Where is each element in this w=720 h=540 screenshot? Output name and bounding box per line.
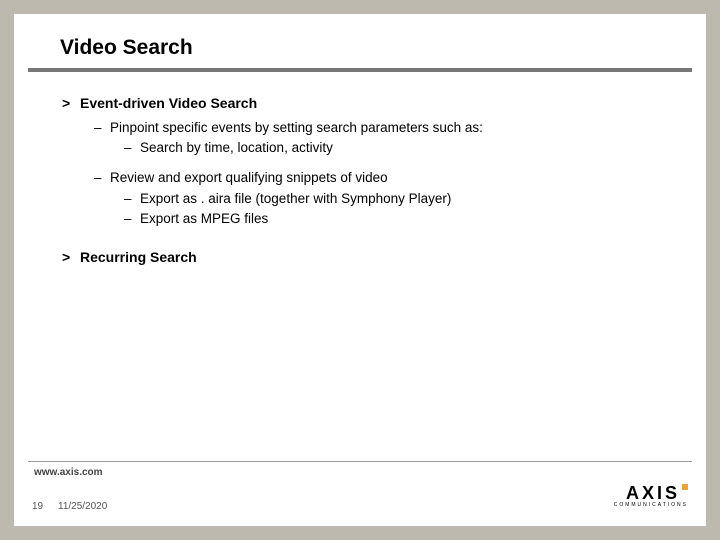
logo-subtext: COMMUNICATIONS xyxy=(614,502,688,508)
bullet-l1-event-driven: > Event-driven Video Search xyxy=(62,94,666,113)
dash-icon: – xyxy=(124,139,140,157)
logo-brand-text: AXIS xyxy=(626,483,680,503)
logo-dot-icon xyxy=(682,484,688,490)
spacer xyxy=(62,230,666,248)
chevron-icon: > xyxy=(62,248,80,267)
bullet-text: Pinpoint specific events by setting sear… xyxy=(110,119,483,137)
content-area: > Event-driven Video Search – Pinpoint s… xyxy=(14,72,706,267)
bullet-l3-export-mpeg: – Export as MPEG files xyxy=(124,210,666,228)
chevron-icon: > xyxy=(62,94,80,113)
bullet-text: Recurring Search xyxy=(80,248,197,267)
dash-icon: – xyxy=(94,119,110,137)
bullet-l3-export-aira: – Export as . aira file (together with S… xyxy=(124,190,666,208)
footer-date: 11/25/2020 xyxy=(58,501,107,512)
slide-inner: Video Search > Event-driven Video Search… xyxy=(14,14,706,526)
footer-divider xyxy=(28,461,692,462)
bullet-text: Event-driven Video Search xyxy=(80,94,257,113)
bullet-l2-pinpoint: – Pinpoint specific events by setting se… xyxy=(94,119,666,137)
dash-icon: – xyxy=(124,210,140,228)
bullet-l3-search-by: – Search by time, location, activity xyxy=(124,139,666,157)
spacer xyxy=(62,159,666,169)
axis-logo: AXIS COMMUNICATIONS xyxy=(614,484,688,508)
slide: Video Search > Event-driven Video Search… xyxy=(7,7,713,533)
page-number: 19 xyxy=(32,501,43,512)
bullet-l1-recurring: > Recurring Search xyxy=(62,248,666,267)
bullet-text: Export as MPEG files xyxy=(140,210,268,228)
logo-brand: AXIS xyxy=(614,484,688,502)
footer-url: www.axis.com xyxy=(34,467,103,478)
bullet-text: Export as . aira file (together with Sym… xyxy=(140,190,451,208)
slide-title: Video Search xyxy=(14,14,706,68)
bullet-text: Review and export qualifying snippets of… xyxy=(110,169,388,187)
bullet-l2-review: – Review and export qualifying snippets … xyxy=(94,169,666,187)
dash-icon: – xyxy=(124,190,140,208)
dash-icon: – xyxy=(94,169,110,187)
bullet-text: Search by time, location, activity xyxy=(140,139,333,157)
